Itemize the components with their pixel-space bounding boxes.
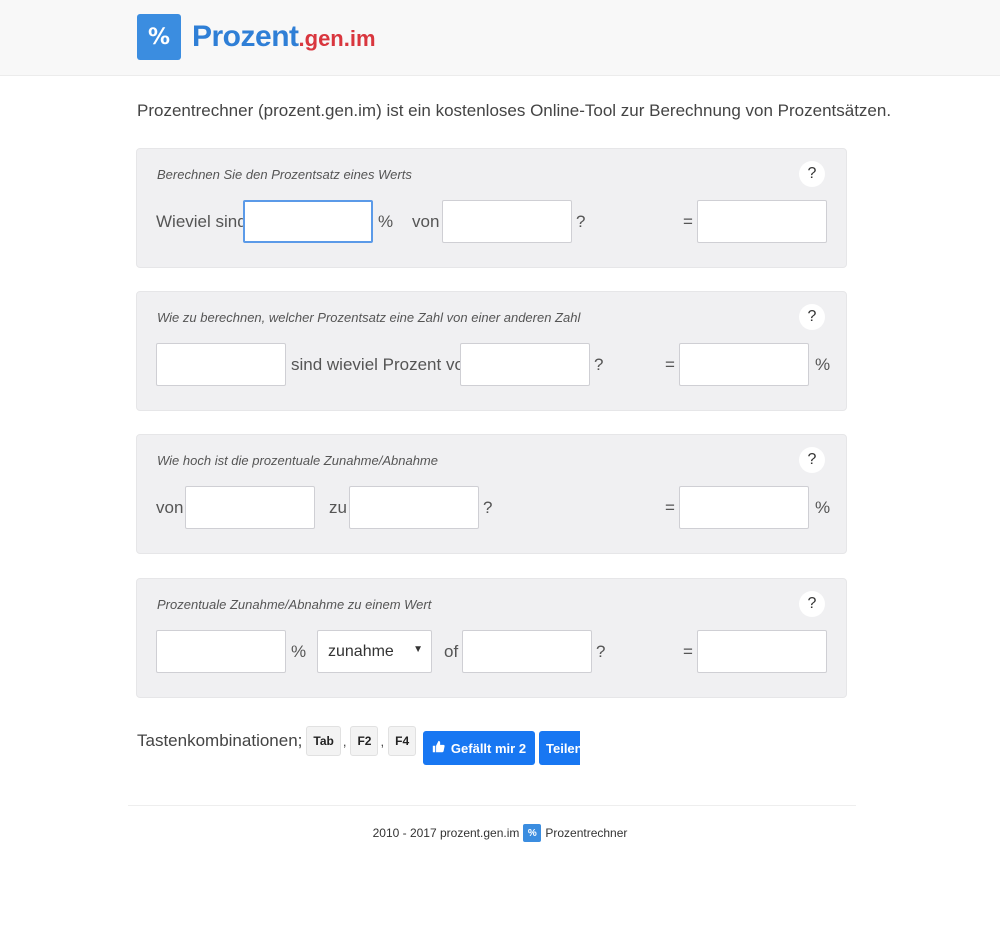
result-field[interactable] — [697, 630, 827, 673]
percent-sign: % — [291, 642, 307, 661]
question-mark: ? — [596, 642, 606, 661]
percent-unit: % — [815, 498, 831, 517]
value-input[interactable] — [156, 343, 286, 386]
dropdown-arrow-icon: ▼ — [413, 644, 423, 655]
percent-logo-icon: % — [137, 14, 181, 60]
equals-sign: = — [683, 642, 693, 661]
separator: , — [380, 733, 385, 749]
thumbs-up-icon — [432, 740, 445, 756]
calc-panel-percent-of-value: Berechnen Sie den Prozentsatz eines Wert… — [136, 148, 847, 268]
equals-sign: = — [665, 355, 675, 374]
label-von: von — [156, 498, 184, 517]
key-tab: Tab — [306, 726, 341, 756]
facebook-like-button[interactable]: Gefällt mir 2 — [423, 731, 535, 765]
help-icon[interactable]: ? — [799, 161, 825, 187]
label-sind-wieviel-prozent-von: sind wieviel Prozent von — [291, 355, 474, 374]
percent-input[interactable] — [156, 630, 286, 673]
percent-unit: % — [815, 355, 831, 374]
panel-title: Prozentuale Zunahme/Abnahme zu einem Wer… — [157, 597, 432, 612]
facebook-share-button[interactable]: Teilen — [539, 731, 580, 765]
question-mark: ? — [576, 212, 586, 231]
calc-panel-percent-ratio: Wie zu berechnen, welcher Prozentsatz ei… — [136, 291, 847, 411]
logo-main-text: Prozent — [192, 20, 299, 53]
key-f2: F2 — [350, 726, 379, 756]
percent-sign: % — [378, 212, 394, 231]
label-of: of — [444, 642, 459, 661]
panel-title: Wie hoch ist die prozentuale Zunahme/Abn… — [157, 453, 438, 468]
label-wieviel-sind: Wieviel sind — [156, 212, 247, 231]
question-mark: ? — [594, 355, 604, 374]
separator: , — [342, 733, 347, 749]
help-icon[interactable]: ? — [799, 304, 825, 330]
to-value-input[interactable] — [349, 486, 479, 529]
key-f4: F4 — [388, 726, 417, 756]
equals-sign: = — [665, 498, 675, 517]
label-zu: zu — [329, 498, 347, 517]
question-mark: ? — [483, 498, 493, 517]
result-field[interactable] — [679, 343, 809, 386]
footer-divider — [128, 805, 856, 806]
calc-panel-percent-change: Wie hoch ist die prozentuale Zunahme/Abn… — [136, 434, 847, 554]
calc-panel-change-to-value: Prozentuale Zunahme/Abnahme zu einem Wer… — [136, 578, 847, 698]
panel-title: Berechnen Sie den Prozentsatz eines Wert… — [157, 167, 412, 182]
panel-title: Wie zu berechnen, welcher Prozentsatz ei… — [157, 310, 581, 325]
shortcuts-label: Tastenkombinationen; — [137, 731, 303, 750]
share-label: Teilen — [546, 740, 580, 756]
result-field[interactable] — [679, 486, 809, 529]
footer-link[interactable]: Prozentrechner — [545, 826, 627, 840]
help-icon[interactable]: ? — [799, 447, 825, 473]
site-logo[interactable]: % Prozent.gen.im — [137, 14, 376, 60]
percent-input[interactable] — [243, 200, 373, 243]
total-input[interactable] — [460, 343, 590, 386]
logo-text: Prozent.gen.im — [192, 20, 376, 54]
logo-domain-text: .gen.im — [298, 26, 376, 51]
change-type-select[interactable]: zunahme ▼ — [317, 630, 432, 673]
keyboard-shortcuts: Tastenkombinationen; Tab , F2 , F4 — [137, 726, 417, 756]
footer: 2010 - 2017 prozent.gen.im % Prozentrech… — [0, 824, 1000, 842]
base-value-input[interactable] — [442, 200, 572, 243]
from-value-input[interactable] — [185, 486, 315, 529]
copyright-text: 2010 - 2017 prozent.gen.im — [372, 826, 520, 840]
like-label: Gefällt mir 2 — [450, 740, 527, 756]
select-value: zunahme — [328, 643, 394, 660]
intro-text: Prozentrechner (prozent.gen.im) ist ein … — [137, 101, 892, 120]
header: % Prozent.gen.im — [0, 0, 1000, 76]
help-icon[interactable]: ? — [799, 591, 825, 617]
label-von: von — [412, 212, 440, 231]
result-field[interactable] — [697, 200, 827, 243]
percent-logo-icon: % — [523, 824, 542, 842]
base-value-input[interactable] — [462, 630, 592, 673]
equals-sign: = — [683, 212, 693, 231]
